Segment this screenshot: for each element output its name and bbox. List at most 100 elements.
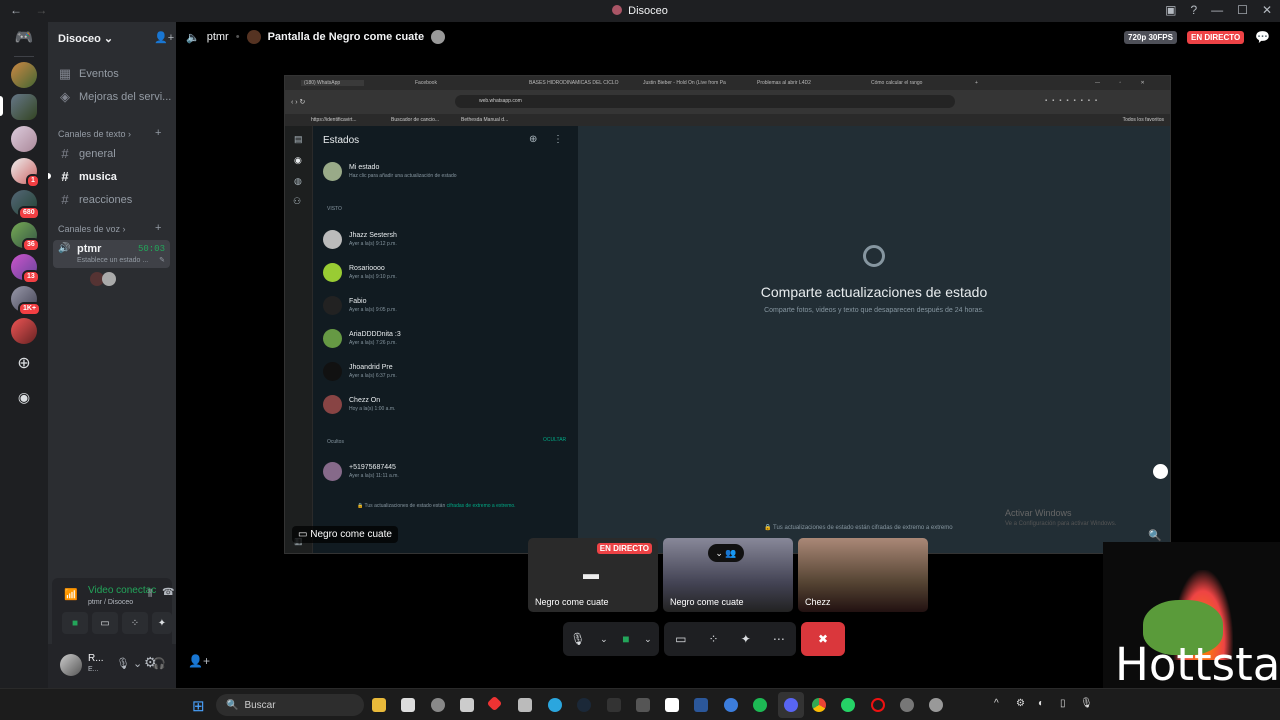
status-icon[interactable]: ◉ [294, 155, 302, 166]
hide-button[interactable]: OCULTAR [543, 437, 566, 443]
chrome-icon[interactable] [812, 698, 826, 712]
browser-tab[interactable]: (180) WhatsApp [301, 80, 365, 86]
app-icon[interactable] [900, 698, 914, 712]
channel-general[interactable]: # general [58, 146, 115, 161]
browser-tab[interactable]: Problemas al abrir L4D2 [757, 80, 811, 86]
window-controls[interactable]: — ▫ ✕ [1095, 80, 1154, 86]
voice-user-avatar[interactable] [102, 272, 116, 286]
activities-icon[interactable]: ⁘ [709, 632, 719, 646]
channel-reacciones[interactable]: # reacciones [58, 192, 132, 207]
user-name[interactable]: R... [88, 653, 104, 664]
settings-icon[interactable] [929, 698, 943, 712]
back-icon[interactable]: ‹ › ↻ [291, 98, 305, 106]
microphone-icon[interactable]: 🎙 ⌄ [116, 657, 142, 670]
category-voice-channels[interactable]: Canales de voz › [58, 224, 126, 234]
status-item[interactable]: Jhoandrid Pre Ayer a la(s) 6:37 p.m. [323, 362, 397, 381]
invite-icon[interactable]: 👤+ [154, 31, 174, 44]
file-explorer-icon[interactable] [372, 698, 386, 712]
camera-icon[interactable]: ■ [622, 632, 629, 646]
status-item[interactable]: Fabio Ayer a la(s) 9:05 p.m. [323, 296, 397, 315]
communities-icon[interactable]: ⚇ [293, 196, 301, 207]
zoom-icon[interactable]: 🔍 [1148, 529, 1162, 542]
address-bar[interactable]: web.whatsapp.com [455, 95, 955, 108]
add-channel-icon[interactable]: + [155, 127, 161, 139]
soundboard-icon[interactable]: ⫼ [148, 588, 152, 599]
activities-button[interactable]: ⁘ [122, 612, 148, 634]
category-text-channels[interactable]: Canales de texto › [58, 129, 131, 139]
server-name[interactable]: Disoceo ⌄ [58, 32, 113, 45]
channel-musica[interactable]: # musica [58, 169, 117, 184]
status-item[interactable]: Chezz On Hoy a la(s) 1:00 a.m. [323, 395, 395, 414]
opera-icon[interactable] [871, 698, 885, 712]
sidebar-item-boosts[interactable]: ◈ Mejoras del servi... [58, 89, 171, 105]
edit-icon[interactable]: ✎ [159, 256, 165, 264]
taskbar-search[interactable]: 🔍 Buscar [216, 694, 364, 716]
spotify-icon[interactable] [753, 698, 767, 712]
maximize-button[interactable]: ☐ [1237, 3, 1248, 17]
browser-tab[interactable]: Cómo calcular el rango [871, 80, 922, 86]
soundboard-button[interactable]: ✦ [152, 612, 172, 634]
close-button[interactable]: ✕ [1262, 3, 1272, 17]
soundboard-icon[interactable]: ✦ [741, 632, 751, 646]
settings-icon[interactable]: ⚙ [144, 654, 157, 671]
server-icon[interactable] [11, 94, 37, 120]
notion-icon[interactable] [665, 698, 679, 712]
server-icon[interactable] [11, 62, 37, 88]
add-channel-icon[interactable]: + [155, 222, 161, 234]
app-icon[interactable] [724, 698, 738, 712]
screen-share-button[interactable]: ▭ [92, 612, 118, 634]
whatsapp-icon[interactable] [841, 698, 855, 712]
screen-share-icon[interactable]: ▭ [675, 632, 686, 646]
sidebar-item-events[interactable]: ▦ Eventos [58, 66, 119, 82]
participant-tile[interactable]: EN DIRECTO ▬ Negro come cuate [528, 538, 658, 612]
all-favorites[interactable]: Todos los favoritos [1123, 117, 1164, 123]
browser-tab[interactable]: Justin Bieber - Hold On (Live from Pa [643, 80, 726, 86]
chats-icon[interactable]: ▤ [294, 134, 303, 145]
inbox-icon[interactable]: ▣ [1165, 3, 1176, 17]
server-icon[interactable] [11, 318, 37, 344]
steam-helper-icon[interactable] [431, 698, 445, 712]
steam-icon[interactable] [577, 698, 591, 712]
discord-home-icon[interactable]: 🎮 [11, 28, 37, 48]
word-icon[interactable] [694, 698, 708, 712]
add-status-icon[interactable]: ⊕ [529, 134, 537, 145]
status-item[interactable]: Rosarioooo Ayer a la(s) 9:10 p.m. [323, 263, 397, 282]
camera-button[interactable]: ■ [62, 612, 88, 634]
disconnect-icon[interactable]: ☎ [162, 587, 174, 598]
extension-icons[interactable]: ▪▪▪▪▪▪▪▪ [1045, 98, 1102, 104]
extension-bubble[interactable] [1153, 464, 1168, 479]
menu-icon[interactable]: ⋮ [553, 134, 563, 145]
more-icon[interactable]: ⋯ [773, 632, 785, 646]
status-item[interactable]: Jhazz Sestersh Ayer a la(s) 9:12 p.m. [323, 230, 397, 249]
notepad-icon[interactable] [518, 698, 532, 712]
microphone-icon[interactable]: 🎙 [570, 632, 585, 646]
chevron-down-icon[interactable]: ⌄ [644, 634, 652, 645]
edge-icon[interactable] [548, 698, 562, 712]
status-item[interactable]: +51975687445 Ayer a la(s) 11:11 a.m. [323, 462, 399, 481]
channels-icon[interactable]: ◍ [294, 176, 302, 187]
bookmark[interactable]: Bethesda Manual d... [461, 117, 508, 123]
microphone-icon[interactable]: 🎙 [1080, 698, 1093, 709]
voice-channel-ptmr[interactable]: 🔊 ptmr 50:03 Establece un estado ... ✎ [53, 240, 170, 268]
windows-start-icon[interactable]: ⊞ [192, 697, 205, 715]
help-icon[interactable]: ? [1190, 3, 1197, 17]
browser-tab[interactable]: Facebook [415, 80, 437, 86]
chevron-down-icon[interactable]: ⌄ [600, 634, 608, 645]
app-icon[interactable] [460, 698, 474, 712]
participant-tile[interactable]: Chezz [798, 538, 928, 612]
explore-icon[interactable]: ◉ [11, 384, 37, 410]
bookmark[interactable]: Buscador de cancio... [391, 117, 439, 123]
app-icon[interactable] [486, 695, 503, 712]
status-item[interactable]: AriaDDDDnita :3 Ayer a la(s) 7:26 p.m. [323, 329, 401, 348]
calendar-icon[interactable] [636, 698, 650, 712]
leave-call-button[interactable]: ✖ [801, 622, 845, 656]
discord-icon[interactable] [784, 698, 798, 712]
minimize-button[interactable]: — [1211, 3, 1223, 17]
bookmark[interactable]: https://identificavirt... [311, 117, 357, 123]
shared-screen[interactable]: (180) WhatsApp Facebook BASES HIDRODINAM… [284, 75, 1171, 554]
app-icon[interactable] [607, 698, 621, 712]
encryption-link[interactable]: cifradas de extremo a extremo. [447, 503, 516, 509]
server-icon[interactable] [11, 126, 37, 152]
tray-chevron-icon[interactable]: ^ [994, 698, 999, 709]
tile-menu[interactable]: ⌄ 👥 [708, 544, 744, 562]
